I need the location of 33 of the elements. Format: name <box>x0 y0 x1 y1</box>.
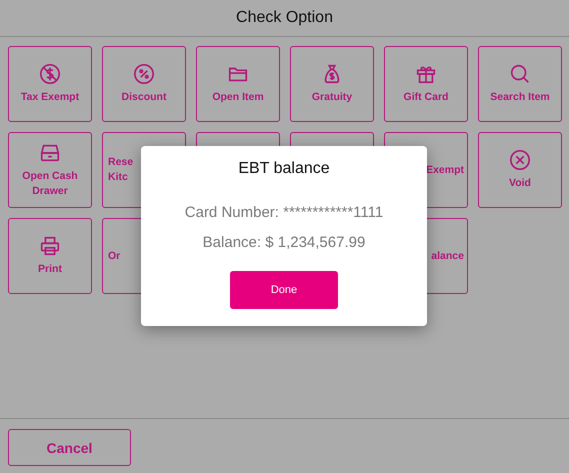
tile-label: Exempt <box>426 162 464 178</box>
cancel-circle-icon <box>509 149 531 171</box>
option-tile[interactable]: Print <box>8 218 92 294</box>
option-tile[interactable]: Discount <box>102 46 186 122</box>
cancel-button[interactable]: Cancel <box>8 429 131 466</box>
tile-label: Open Cash Drawer <box>21 168 79 198</box>
printer-icon <box>39 235 61 257</box>
tile-label: Tax Exempt <box>20 90 80 105</box>
tile-label: alance <box>431 248 464 264</box>
no-dollar-icon <box>39 63 61 85</box>
screen-title: Check Option <box>236 9 333 27</box>
tile-label: Print <box>38 262 62 277</box>
dialog-title: EBT balance <box>238 160 330 179</box>
done-button[interactable]: Done <box>230 271 338 309</box>
tile-label: Void <box>509 176 531 191</box>
tile-label: Gift Card <box>404 90 448 105</box>
tile-label: Discount <box>122 90 166 105</box>
tile-label: Or <box>108 248 120 264</box>
option-tile[interactable]: Void <box>478 132 562 208</box>
tile-label: Gratuity <box>312 90 352 105</box>
search-icon <box>509 63 531 85</box>
percent-icon <box>133 63 155 85</box>
tile-label: Open Item <box>212 90 264 105</box>
balance-text: Balance: $ 1,234,567.99 <box>202 234 366 253</box>
tile-label: Rese Kitc <box>108 155 134 185</box>
option-tile[interactable]: Open Cash Drawer <box>8 132 92 208</box>
option-tile[interactable]: Gift Card <box>384 46 468 122</box>
option-tile[interactable]: Gratuity <box>290 46 374 122</box>
option-tile[interactable]: Search Item <box>478 46 562 122</box>
tile-label: Search Item <box>490 90 550 105</box>
card-number-text: Card Number: ************1111 <box>184 204 384 223</box>
option-tile[interactable]: Open Item <box>196 46 280 122</box>
option-tile[interactable]: Tax Exempt <box>8 46 92 122</box>
